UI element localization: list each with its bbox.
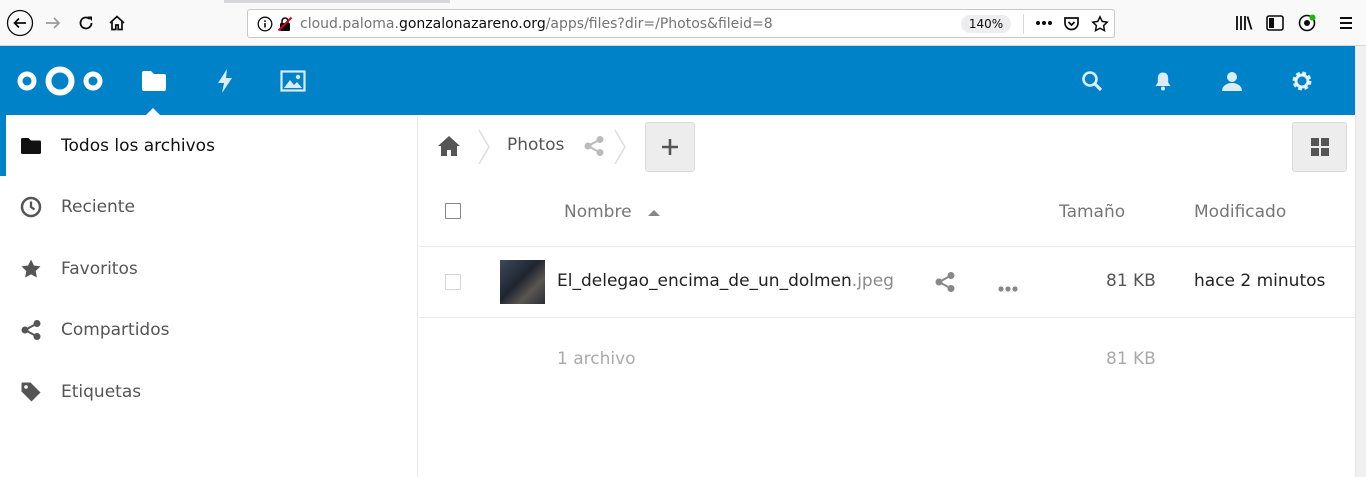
- file-summary-size: 81 KB: [1106, 349, 1156, 369]
- page-scrollbar[interactable]: [1355, 46, 1366, 477]
- home-icon: [109, 15, 125, 31]
- contacts-button[interactable]: [1207, 46, 1257, 115]
- view-toggle-button[interactable]: [1292, 122, 1347, 172]
- file-thumbnail[interactable]: [500, 260, 545, 304]
- app-header: [0, 46, 1355, 116]
- reload-button[interactable]: [71, 8, 101, 38]
- breadcrumb-home[interactable]: [437, 135, 461, 161]
- file-list-header: Nombre Tamaño Modificado: [419, 185, 1355, 247]
- column-name-header[interactable]: Nombre: [564, 202, 632, 222]
- new-button[interactable]: [645, 122, 695, 172]
- back-button[interactable]: [5, 8, 35, 38]
- file-share-button[interactable]: [934, 271, 956, 297]
- forward-arrow-icon: [46, 17, 61, 29]
- info-icon[interactable]: [257, 16, 273, 32]
- pocket-icon[interactable]: [1063, 15, 1080, 32]
- file-name[interactable]: El_delegao_encima_de_un_dolmen.jpeg: [557, 271, 894, 291]
- file-summary-count: 1 archivo: [557, 349, 636, 369]
- files-icon: [142, 70, 166, 91]
- nav-files[interactable]: [129, 46, 179, 115]
- nextcloud-logo[interactable]: [16, 65, 104, 97]
- sidebar-item-label: Reciente: [61, 196, 135, 217]
- sidebar-item-tags[interactable]: Etiquetas: [0, 361, 417, 422]
- app-navigation: Todos los archivos Reciente Favoritos Co…: [0, 115, 418, 477]
- zoom-indicator[interactable]: 140%: [961, 15, 1011, 33]
- sidebar-item-label: Compartidos: [61, 319, 170, 340]
- sidebar-item-recent[interactable]: Reciente: [0, 176, 417, 237]
- settings-icon: [1292, 71, 1312, 90]
- plus-icon: [662, 139, 678, 155]
- column-modified-header[interactable]: Modificado: [1194, 202, 1286, 222]
- share-icon: [935, 272, 955, 292]
- home-button[interactable]: [102, 8, 132, 38]
- url-domain: gonzalonazareno.org: [398, 16, 546, 32]
- insecure-lock-icon[interactable]: [277, 16, 293, 32]
- share-icon: [584, 136, 604, 156]
- sidebar-toggle-icon[interactable]: [1266, 15, 1284, 31]
- tag-icon: [20, 381, 42, 403]
- contacts-icon: [1222, 71, 1242, 91]
- nav-gallery[interactable]: [268, 46, 318, 115]
- sort-ascending-icon: [648, 210, 660, 216]
- file-modified: hace 2 minutos: [1194, 271, 1326, 291]
- breadcrumb-photos[interactable]: Photos: [507, 135, 564, 155]
- search-icon: [1082, 70, 1103, 91]
- breadcrumb-separator: [614, 129, 626, 165]
- url-text[interactable]: cloud.paloma.gonzalonazareno.org/apps/fi…: [300, 16, 773, 32]
- browser-toolbar: cloud.paloma.gonzalonazareno.org/apps/fi…: [0, 0, 1366, 46]
- file-row[interactable]: El_delegao_encima_de_un_dolmen.jpeg 81 K…: [419, 247, 1355, 318]
- sidebar-item-label: Favoritos: [61, 258, 138, 279]
- file-menu-button[interactable]: [997, 278, 1019, 297]
- back-arrow-icon: [6, 9, 34, 37]
- menu-icon[interactable]: [1338, 16, 1354, 30]
- file-size: 81 KB: [1106, 271, 1156, 291]
- column-size-header[interactable]: Tamaño: [1059, 202, 1125, 222]
- bookmark-star-icon[interactable]: [1091, 15, 1109, 33]
- tab-strip: [224, 0, 450, 3]
- url-bar[interactable]: cloud.paloma.gonzalonazareno.org/apps/fi…: [247, 9, 1115, 38]
- account-icon[interactable]: [1298, 14, 1316, 32]
- library-icon[interactable]: [1235, 15, 1253, 31]
- sidebar-item-label: Etiquetas: [61, 381, 142, 402]
- forward-button[interactable]: [38, 8, 68, 38]
- grid-view-icon: [1310, 138, 1329, 156]
- star-icon: [20, 258, 42, 280]
- url-prefix: cloud.paloma.: [300, 16, 399, 32]
- notifications-button[interactable]: [1138, 46, 1188, 115]
- notifications-icon: [1155, 72, 1171, 90]
- clock-icon: [20, 196, 42, 218]
- url-path: /apps/files?dir=/Photos&fileid=8: [545, 16, 773, 32]
- file-checkbox[interactable]: [445, 274, 461, 290]
- select-all-checkbox[interactable]: [445, 203, 461, 219]
- page-actions-icon[interactable]: [1035, 20, 1053, 26]
- activity-icon: [218, 68, 232, 93]
- sidebar-item-favorites[interactable]: Favoritos: [0, 238, 417, 299]
- app-content: Photos Nombre Tamaño Modificado El_deleg…: [419, 115, 1355, 477]
- file-basename: El_delegao_encima_de_un_dolmen: [557, 271, 852, 291]
- settings-button[interactable]: [1277, 46, 1327, 115]
- breadcrumb-share-button[interactable]: [583, 135, 605, 161]
- share-icon: [20, 319, 42, 341]
- sidebar-item-label: Todos los archivos: [61, 135, 215, 156]
- file-extension: .jpeg: [851, 271, 894, 291]
- nav-activity[interactable]: [200, 46, 250, 115]
- reload-icon: [79, 16, 93, 30]
- home-icon: [438, 136, 460, 156]
- more-icon: [998, 286, 1018, 292]
- breadcrumb-separator: [478, 129, 490, 165]
- folder-icon: [20, 135, 42, 157]
- search-button[interactable]: [1067, 46, 1117, 115]
- gallery-icon: [280, 69, 306, 92]
- sidebar-item-shared[interactable]: Compartidos: [0, 299, 417, 360]
- sidebar-item-all-files[interactable]: Todos los archivos: [0, 115, 417, 176]
- urlbar-divider: [1023, 14, 1024, 34]
